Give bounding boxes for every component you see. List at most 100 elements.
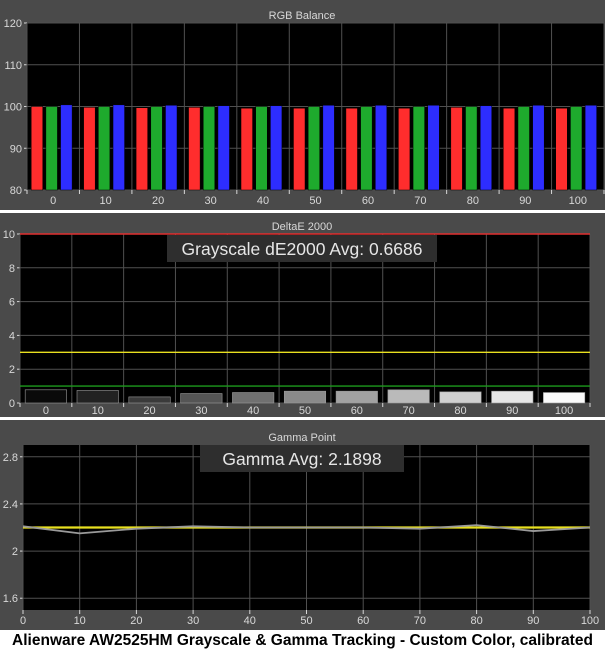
rgb-bar-green: [307, 106, 320, 191]
x-tick-label: 20: [130, 615, 142, 627]
chart-title: RGB Balance: [269, 10, 336, 22]
rgb-bar-red: [240, 107, 253, 191]
x-tick-label: 30: [204, 195, 216, 207]
y-tick-label: 2: [12, 546, 18, 558]
y-tick-label: 2.4: [3, 499, 18, 511]
rgb-bar-blue: [60, 104, 73, 191]
rgb-bar-blue: [322, 104, 335, 191]
deltae-bar: [24, 389, 67, 404]
rgb-bar-red: [30, 106, 43, 191]
rgb-bar-red: [503, 107, 516, 191]
x-tick-label: 0: [20, 615, 26, 627]
y-tick-label: 4: [9, 330, 15, 342]
rgb-bar-blue: [584, 104, 597, 191]
y-tick-label: 0: [9, 398, 15, 410]
gamma-avg-annotation: Gamma Avg: 2.1898: [222, 449, 381, 469]
x-tick-label: 50: [300, 615, 312, 627]
deltae-bar: [543, 392, 586, 404]
x-tick-label: 100: [581, 615, 599, 627]
y-tick-label: 1.6: [3, 593, 18, 605]
x-tick-label: 30: [187, 615, 199, 627]
x-tick-label: 60: [351, 405, 363, 417]
rgb-bar-green: [570, 106, 583, 191]
x-tick-label: 40: [257, 195, 269, 207]
deltae-bar: [335, 390, 378, 404]
x-tick-label: 90: [519, 195, 531, 207]
x-tick-label: 50: [309, 195, 321, 207]
y-tick-label: 100: [4, 102, 22, 114]
rgb-bar-red: [135, 107, 148, 191]
rgb-bar-red: [450, 107, 463, 191]
y-tick-label: 110: [4, 60, 22, 72]
x-tick-label: 90: [506, 405, 518, 417]
x-tick-label: 0: [43, 405, 49, 417]
x-tick-label: 90: [527, 615, 539, 627]
rgb-bar-blue: [217, 105, 230, 191]
y-tick-label: 90: [10, 143, 22, 155]
deltae-bar: [387, 389, 430, 404]
x-tick-label: 40: [247, 405, 259, 417]
rgb-bar-green: [150, 106, 163, 191]
rgb-bar-green: [45, 106, 58, 191]
x-tick-label: 100: [569, 195, 587, 207]
rgb-bar-red: [398, 107, 411, 191]
x-tick-label: 10: [100, 195, 112, 207]
charts-canvas: RGB Balance80901001101200 10 20 30 40 50 60 70 8…: [0, 0, 605, 630]
x-tick-label: 70: [414, 615, 426, 627]
x-tick-label: 60: [362, 195, 374, 207]
rgb-bar-red: [293, 107, 306, 191]
x-tick-label: 80: [467, 195, 479, 207]
rgb-bar-red: [555, 107, 568, 191]
rgb-bar-green: [98, 106, 111, 191]
rgb-bar-green: [517, 106, 530, 191]
x-tick-label: 100: [555, 405, 573, 417]
x-tick-label: 10: [92, 405, 104, 417]
x-tick-label: 20: [143, 405, 155, 417]
rgb-bar-green: [202, 106, 216, 191]
x-tick-label: 30: [195, 405, 207, 417]
x-tick-label: 80: [470, 615, 482, 627]
rgb-bar-blue: [427, 104, 440, 191]
y-tick-label: 2.8: [3, 452, 18, 464]
y-tick-label: 10: [3, 229, 15, 241]
rgb-bar-blue: [270, 105, 283, 191]
chart-title: Gamma Point: [268, 432, 335, 444]
rgb-bar-red: [188, 107, 201, 191]
y-tick-label: 6: [9, 297, 15, 309]
rgb-bar-green: [255, 106, 268, 191]
x-tick-label: 70: [414, 195, 426, 207]
rgb-bar-green: [465, 106, 478, 191]
chart-figure: RGB Balance 80 90 100 110 120 0 10 20 30 40 50 60 70 8…: [0, 0, 605, 652]
x-tick-label: 60: [357, 615, 369, 627]
rgb-bar-green: [412, 106, 425, 191]
deltae-bar: [76, 390, 119, 404]
y-tick-label: 8: [9, 263, 15, 275]
rgb-bar-blue: [479, 105, 492, 191]
x-tick-label: 80: [454, 405, 466, 417]
x-tick-label: 50: [299, 405, 311, 417]
rgb-bar-blue: [165, 104, 178, 191]
x-tick-label: 20: [152, 195, 164, 207]
deltae-bar: [232, 392, 275, 404]
x-tick-label: 70: [403, 405, 415, 417]
deltae-bar: [128, 396, 171, 404]
rgb-bar-blue: [532, 104, 545, 191]
y-tick-label: 2: [9, 364, 15, 376]
deltae-bar: [491, 390, 534, 404]
chart-title: DeltaE 2000: [272, 221, 333, 233]
rgb-bar-red: [83, 107, 96, 191]
rgb-bar-blue: [375, 104, 388, 191]
deltae-bar: [180, 393, 223, 404]
x-tick-label: 40: [244, 615, 256, 627]
rgb-bar-red: [345, 107, 358, 191]
y-tick-label: 80: [10, 185, 22, 197]
figure-caption: Alienware AW2525HM Grayscale & Gamma Tra…: [12, 632, 593, 649]
x-tick-label: 0: [50, 195, 56, 207]
y-tick-label: 120: [4, 18, 22, 30]
rgb-bar-blue: [112, 104, 125, 191]
rgb-bar-green: [360, 106, 373, 191]
avg-annotation: Grayscale dE2000 Avg: 0.6686: [182, 239, 423, 259]
deltae-bar: [283, 390, 327, 404]
deltae-bar: [439, 391, 482, 404]
x-tick-label: 10: [74, 615, 86, 627]
